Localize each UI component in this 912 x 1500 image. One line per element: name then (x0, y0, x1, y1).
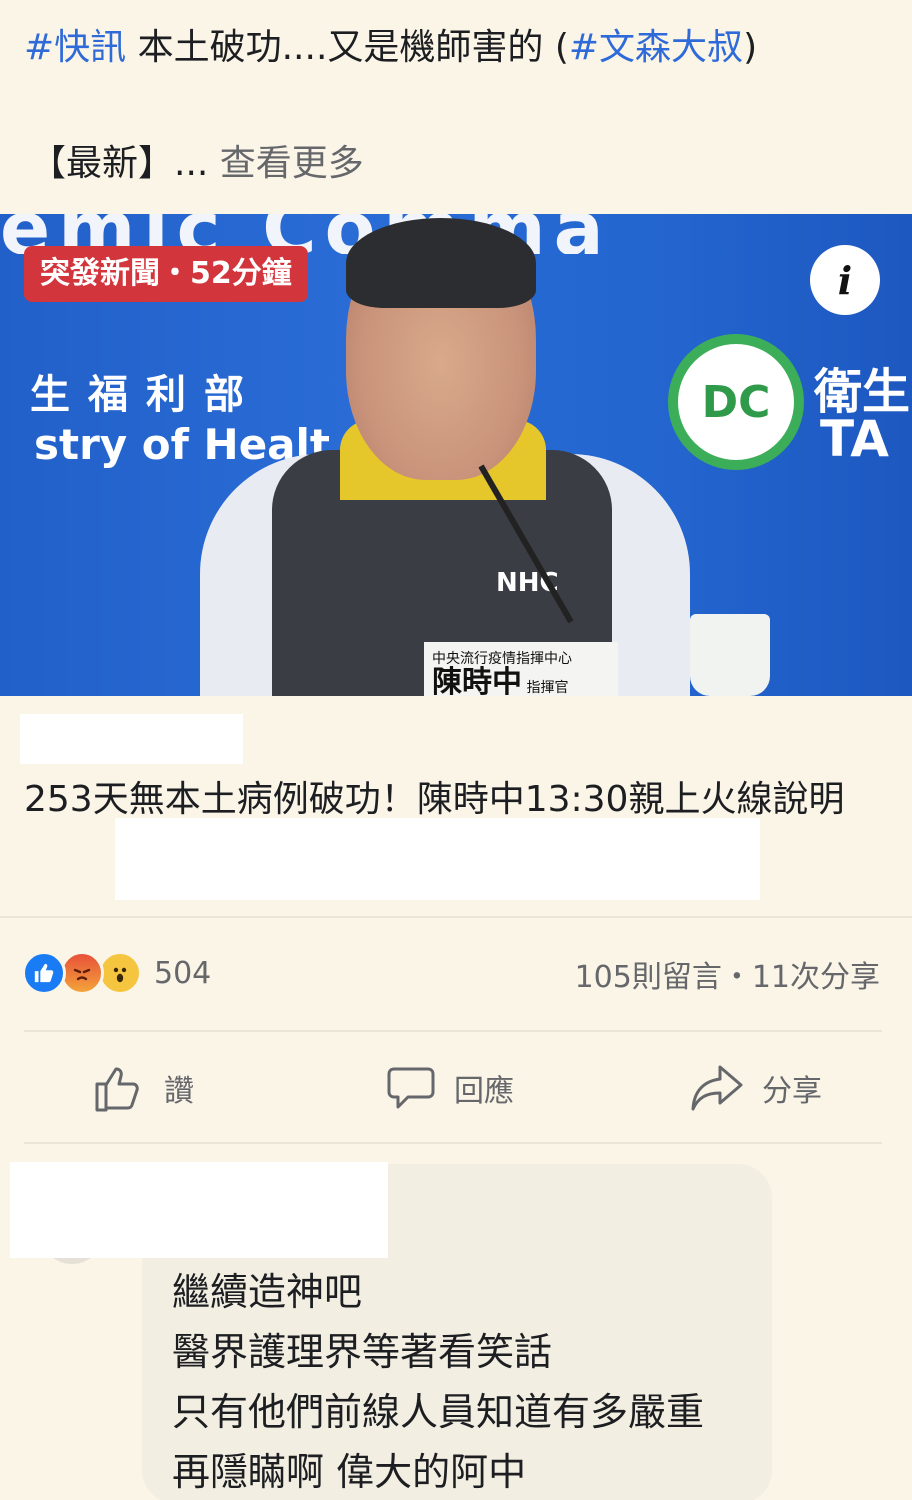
post-more-row: 【最新】... 查看更多 (30, 138, 364, 190)
see-more-link[interactable]: 查看更多 (208, 143, 364, 184)
tea-cup (690, 614, 770, 696)
comment-button[interactable]: 回應 (386, 1058, 514, 1118)
like-reaction-icon (22, 951, 66, 995)
cdc-logo: DC (668, 334, 804, 470)
share-label: 分享 (762, 1074, 822, 1109)
redacted-block (115, 818, 760, 900)
angry-reaction-icon (60, 951, 104, 995)
comment-line: 醫界護理界等著看笑話 (172, 1330, 553, 1374)
redacted-block (20, 714, 243, 764)
action-bar: 讚 回應 分享 (0, 1058, 912, 1118)
nameplate: 中央流行疫情指揮中心 陳時中 指揮官 (424, 642, 618, 696)
comment-text: 繼續造神吧 醫界護理界等著看笑話 只有他們前線人員知道有多嚴重 再隱瞞啊 偉大的… (172, 1262, 704, 1500)
reaction-count: 504 (154, 955, 212, 991)
thumbs-up-icon (95, 1067, 139, 1112)
like-button[interactable]: 讚 (94, 1058, 194, 1118)
image-wall-text-left-1: 生福利部 (30, 372, 262, 418)
hashtag-link-author[interactable]: #文森大叔 (569, 27, 743, 68)
image-wall-text-right-2: TA (820, 410, 889, 468)
divider (24, 1030, 882, 1032)
share-icon (691, 1065, 743, 1111)
reaction-summary[interactable]: 504 (22, 950, 211, 996)
hashtag-link-news[interactable]: #快訊 (24, 27, 126, 68)
like-label: 讚 (164, 1074, 194, 1109)
comment-label: 回應 (454, 1074, 514, 1109)
post-text-close: ) (743, 27, 758, 68)
nameplate-name: 陳時中 (432, 665, 522, 697)
post-text-body: 本土破功....又是機師害的 ( (126, 27, 569, 68)
nameplate-title: 指揮官 (526, 680, 569, 696)
post-text: #快訊 本土破功....又是機師害的 (#文森大叔) (24, 22, 888, 74)
breaking-news-badge: 突發新聞・52分鐘 (24, 246, 308, 302)
post-more-prefix: 【最新】... (30, 143, 209, 184)
info-icon[interactable]: i (810, 245, 880, 315)
divider (0, 916, 912, 918)
share-button[interactable]: 分享 (690, 1058, 822, 1118)
comment-icon (387, 1067, 435, 1109)
redacted-block (10, 1162, 388, 1258)
wow-reaction-icon (98, 951, 142, 995)
comment-share-stats[interactable]: 105則留言・11次分享 (575, 952, 880, 996)
comment-line: 再隱瞞啊 偉大的阿中 (172, 1450, 527, 1494)
divider (24, 1142, 882, 1144)
comment-line: 繼續造神吧 (172, 1270, 363, 1314)
comment-line: 只有他們前線人員知道有多嚴重 (172, 1390, 705, 1434)
person-hair (346, 218, 536, 308)
cdc-logo-text: DC (701, 376, 771, 428)
